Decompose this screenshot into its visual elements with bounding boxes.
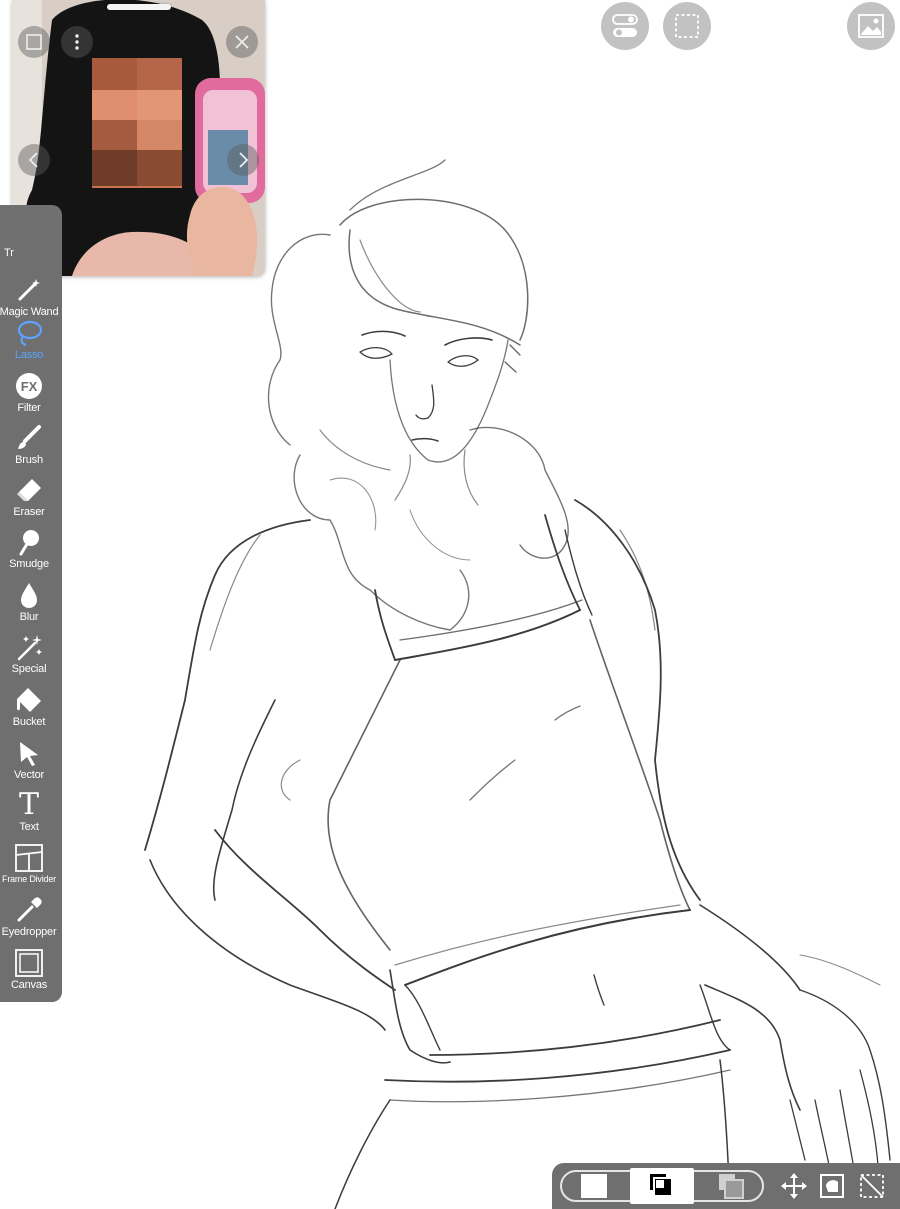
- transform-icon[interactable]: [818, 1172, 846, 1200]
- active-layer-tab[interactable]: [630, 1168, 694, 1204]
- selection-button[interactable]: [663, 2, 711, 50]
- tool-canvas[interactable]: Canvas: [0, 948, 58, 1000]
- tool-vector[interactable]: Vector: [0, 738, 58, 790]
- tool-frame-divider[interactable]: Frame Divider: [0, 843, 58, 895]
- tool-brush[interactable]: Brush: [0, 423, 58, 475]
- tool-palette: Tr Magic Wand Lasso FX Filter Brush Eras…: [0, 205, 62, 1002]
- tool-special[interactable]: Special: [0, 632, 58, 684]
- tool-eyedropper[interactable]: Eyedropper: [0, 895, 58, 947]
- canvas-icon: [14, 948, 44, 978]
- move-icon[interactable]: [780, 1172, 808, 1200]
- eraser-icon: [14, 475, 44, 505]
- tool-blur[interactable]: Blur: [0, 580, 58, 632]
- more-vertical-icon[interactable]: [61, 26, 93, 58]
- bottom-toolbar: [552, 1163, 900, 1209]
- toggle-icon: [612, 14, 638, 37]
- white-layer-swatch[interactable]: [581, 1174, 607, 1198]
- gallery-button[interactable]: [847, 2, 895, 50]
- text-icon: T: [18, 787, 39, 822]
- tool-text[interactable]: T Text: [0, 790, 58, 842]
- eyedropper-icon: [14, 895, 44, 925]
- tool-eraser[interactable]: Eraser: [0, 475, 58, 527]
- gallery-icon: [858, 14, 884, 38]
- magic-wand-icon: [14, 275, 44, 305]
- arrow-pointer-icon: [14, 738, 44, 768]
- deselect-icon[interactable]: [858, 1172, 886, 1200]
- close-icon[interactable]: [226, 26, 258, 58]
- chevron-left-icon[interactable]: [18, 144, 50, 176]
- tool-lasso[interactable]: Lasso: [0, 318, 58, 370]
- gray-layers-icon[interactable]: [717, 1172, 747, 1200]
- chevron-right-icon[interactable]: [227, 144, 259, 176]
- drag-handle[interactable]: [107, 4, 171, 10]
- partial-tool-label: Tr: [4, 247, 14, 259]
- bucket-icon: [14, 685, 44, 715]
- fx-filter-icon: FX: [14, 371, 44, 401]
- sparkle-icon: [14, 632, 44, 662]
- tool-bucket[interactable]: Bucket: [0, 685, 58, 737]
- square-icon[interactable]: [18, 26, 50, 58]
- selection-icon: [675, 14, 699, 38]
- toggle-button[interactable]: [601, 2, 649, 50]
- blur-drop-icon: [14, 580, 44, 610]
- smudge-icon: [14, 527, 44, 557]
- lasso-icon: [14, 318, 44, 348]
- tool-smudge[interactable]: Smudge: [0, 527, 58, 579]
- tool-filter[interactable]: FX Filter: [0, 371, 58, 423]
- black-white-layers-icon: [650, 1174, 673, 1197]
- brush-icon: [14, 423, 44, 453]
- frame-divider-icon: [14, 843, 44, 873]
